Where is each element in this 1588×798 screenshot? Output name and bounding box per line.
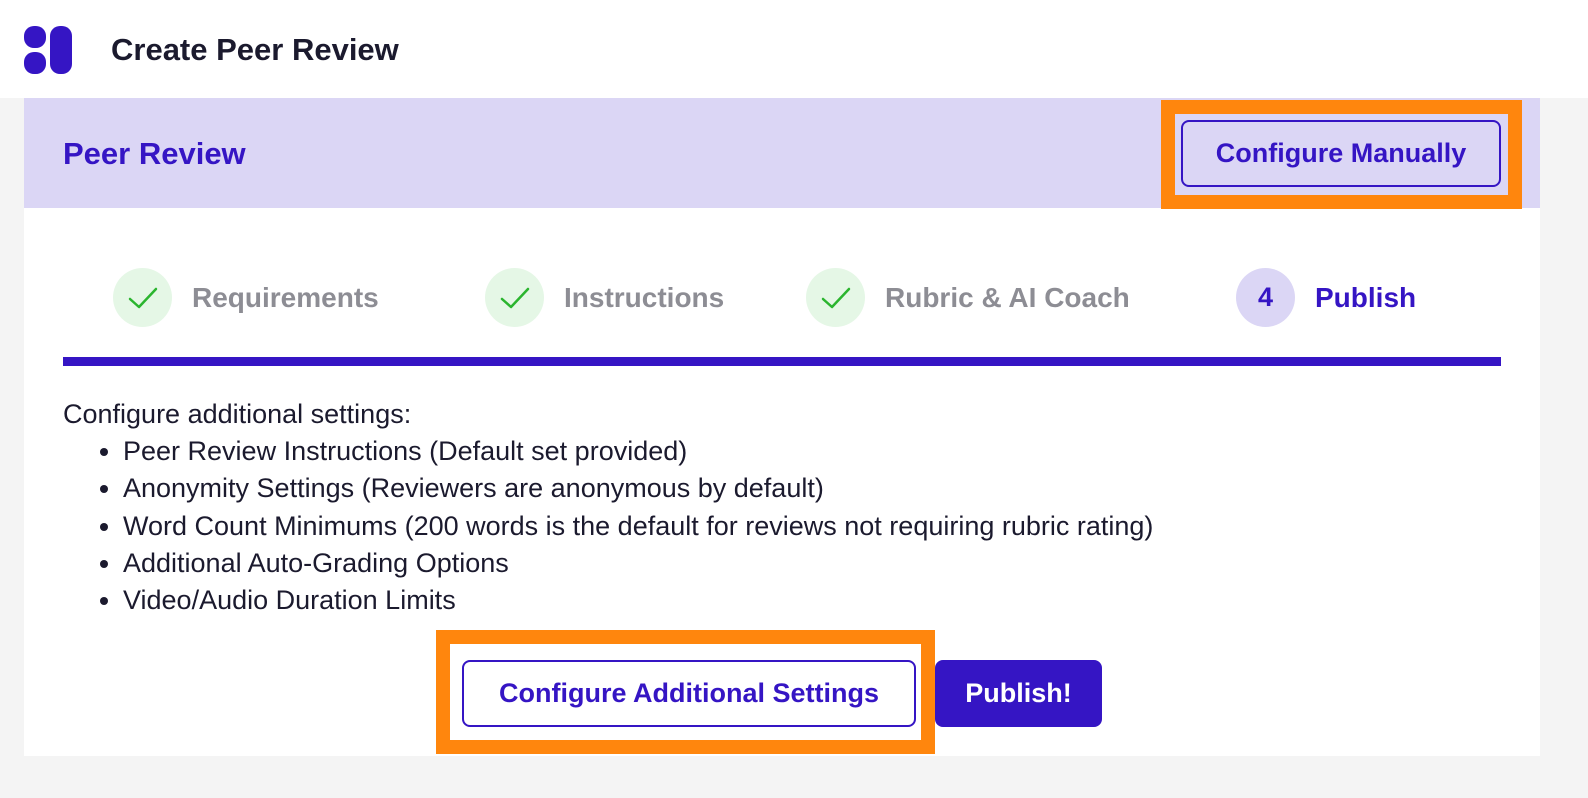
configure-manually-button[interactable]: Configure Manually [1181, 120, 1501, 187]
publish-button[interactable]: Publish! [935, 660, 1102, 727]
settings-list: Peer Review Instructions (Default set pr… [63, 433, 1153, 619]
step-progress-bar [63, 357, 1501, 366]
step-requirements-label: Requirements [192, 281, 379, 313]
step-requirements-status [113, 268, 172, 327]
top-bar: Create Peer Review [0, 0, 1588, 98]
step-instructions-status [485, 268, 544, 327]
step-requirements[interactable]: Requirements [113, 268, 379, 327]
check-icon [821, 287, 850, 308]
brand-logo [24, 26, 72, 74]
step-instructions-label: Instructions [564, 281, 725, 313]
step-rubric-ai-coach-status [806, 268, 865, 327]
list-item: Peer Review Instructions (Default set pr… [123, 433, 1153, 470]
page-title: Create Peer Review [111, 32, 399, 67]
list-item: Anonymity Settings (Reviewers are anonym… [123, 470, 1153, 507]
list-item: Video/Audio Duration Limits [123, 582, 1153, 619]
step-publish-label: Publish [1315, 281, 1417, 313]
list-item: Additional Auto-Grading Options [123, 545, 1153, 582]
list-item: Word Count Minimums (200 words is the de… [123, 508, 1153, 545]
step-rubric-ai-coach[interactable]: Rubric & AI Coach [806, 268, 1130, 327]
step-publish[interactable]: 4 Publish [1236, 268, 1416, 327]
card-title: Peer Review [63, 136, 246, 171]
step-instructions[interactable]: Instructions [485, 268, 724, 327]
configure-additional-settings-button[interactable]: Configure Additional Settings [462, 660, 916, 727]
check-icon [500, 287, 529, 308]
check-icon [128, 287, 157, 308]
step-rubric-ai-coach-label: Rubric & AI Coach [885, 281, 1130, 313]
settings-intro: Configure additional settings: [63, 399, 412, 429]
step-publish-number: 4 [1236, 268, 1295, 327]
